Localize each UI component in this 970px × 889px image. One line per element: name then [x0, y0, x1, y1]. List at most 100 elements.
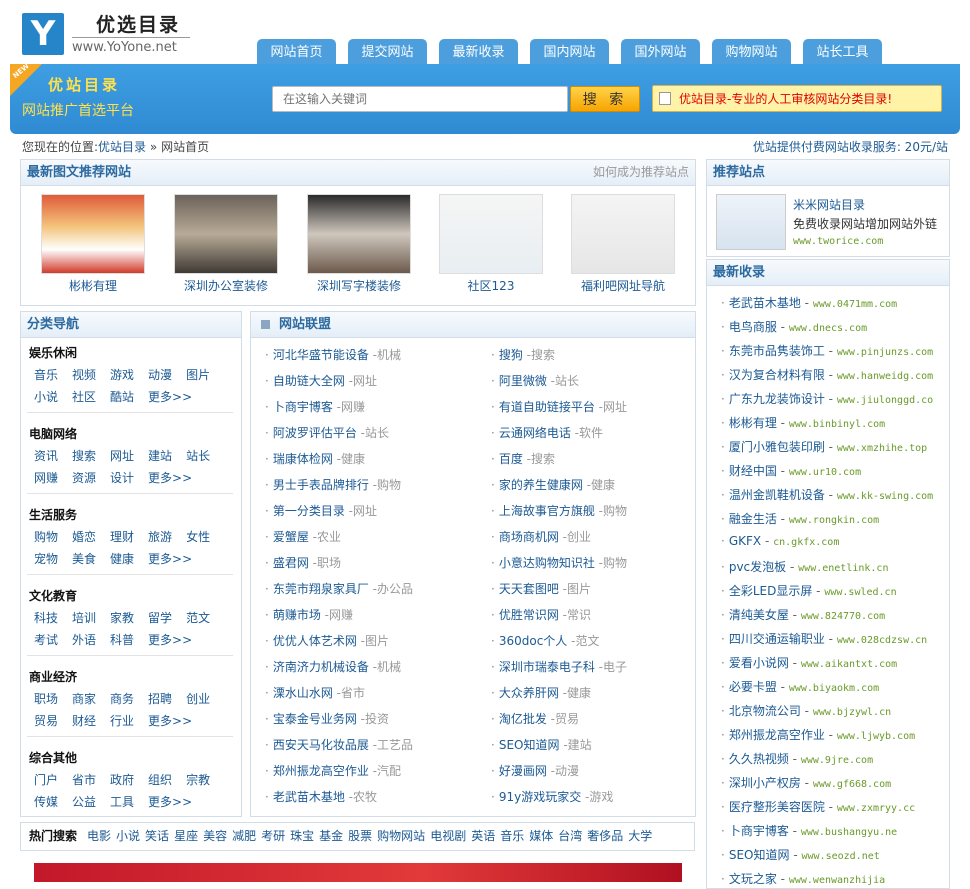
- hot-search-link[interactable]: 电视剧: [430, 829, 466, 843]
- latest-item[interactable]: · 四川交通运输职业 - www.028cdzsw.cn: [721, 630, 927, 647]
- category-link[interactable]: 工具: [110, 793, 134, 810]
- union-link-category[interactable]: -投资: [361, 712, 389, 726]
- latest-item[interactable]: · 彬彬有理 - www.binbinyl.com: [721, 414, 885, 431]
- nav-tab-domestic[interactable]: 国内网站: [530, 39, 609, 66]
- logo-title[interactable]: 优选目录: [96, 10, 180, 37]
- union-link-category[interactable]: -职场: [313, 556, 341, 570]
- union-link-name[interactable]: 小意达购物知识社: [499, 556, 595, 570]
- latest-item-name[interactable]: SEO知道网: [729, 848, 790, 862]
- latest-item-url[interactable]: www.swled.cn: [824, 587, 896, 598]
- union-link-category[interactable]: -网赚: [337, 400, 365, 414]
- latest-item-url[interactable]: www.9jre.com: [801, 755, 873, 766]
- latest-item-url[interactable]: www.zxmryy.cc: [837, 803, 915, 814]
- category-link[interactable]: 美食: [72, 550, 96, 567]
- union-link-item[interactable]: · 溧水山水网 -省市: [265, 684, 365, 701]
- category-link[interactable]: 资源: [72, 469, 96, 486]
- nav-tab-home[interactable]: 网站首页: [257, 39, 336, 66]
- union-link-category[interactable]: -站长: [361, 426, 389, 440]
- union-link-item[interactable]: · 有道自助链接平台 -网址: [491, 398, 627, 415]
- union-link-item[interactable]: · 河北华盛节能设备 -机械: [265, 346, 401, 363]
- latest-item-name[interactable]: 财经中国: [729, 464, 777, 478]
- latest-item[interactable]: · 广东九龙装饰设计 - www.jiulonggd.co: [721, 390, 933, 407]
- union-link-item[interactable]: · 东莞市翔泉家具厂 -办公品: [265, 580, 413, 597]
- category-more-link[interactable]: 更多>>: [148, 631, 192, 648]
- union-link-name[interactable]: 百度: [499, 452, 523, 466]
- union-link-item[interactable]: · 卜商宇博客 -网赚: [265, 398, 365, 415]
- union-link-category[interactable]: -搜索: [527, 348, 555, 362]
- latest-item[interactable]: · 厦门小雅包装印刷 - www.xmzhihe.top: [721, 438, 927, 455]
- category-link[interactable]: 职场: [34, 690, 58, 707]
- hot-search-link[interactable]: 购物网站: [377, 829, 425, 843]
- category-link[interactable]: 图片: [186, 366, 210, 383]
- latest-item-name[interactable]: 汉为复合材料有限: [729, 368, 825, 382]
- featured-thumb-5[interactable]: [571, 194, 675, 274]
- latest-item[interactable]: · 卜商宇博客 - www.bushangyu.ne: [721, 822, 897, 839]
- nav-tab-shopping[interactable]: 购物网站: [712, 39, 791, 66]
- category-link[interactable]: 范文: [186, 609, 210, 626]
- union-link-category[interactable]: -购物: [599, 556, 627, 570]
- latest-item[interactable]: · 文玩之家 - www.wenwanzhijia: [721, 870, 885, 887]
- category-link[interactable]: 贸易: [34, 712, 58, 729]
- union-link-name[interactable]: 深圳市瑞泰电子科: [499, 660, 595, 674]
- hot-search-link[interactable]: 英语: [471, 829, 495, 843]
- union-link-name[interactable]: 有道自助链接平台: [499, 400, 595, 414]
- union-link-category[interactable]: -图片: [361, 634, 389, 648]
- union-link-item[interactable]: · 阿波罗评估平台 -站长: [265, 424, 389, 441]
- latest-item-name[interactable]: 医疗整形美容医院: [729, 800, 825, 814]
- union-link-name[interactable]: 91y游戏玩家交: [499, 790, 581, 804]
- hot-search-link[interactable]: 大学: [628, 829, 652, 843]
- hot-search-link[interactable]: 奢侈品: [587, 829, 623, 843]
- union-link-item[interactable]: · 盛君网 -职场: [265, 554, 341, 571]
- union-link-category[interactable]: -网址: [599, 400, 627, 414]
- union-link-name[interactable]: 男士手表品牌排行: [273, 478, 369, 492]
- union-link-category[interactable]: -网址: [349, 504, 377, 518]
- category-more-link[interactable]: 更多>>: [148, 793, 192, 810]
- union-link-name[interactable]: 宝泰金号业务网: [273, 712, 357, 726]
- union-link-item[interactable]: · 家的养生健康网 -健康: [491, 476, 615, 493]
- category-link[interactable]: 网赚: [34, 469, 58, 486]
- union-link-item[interactable]: · 优胜常识网 -常识: [491, 606, 591, 623]
- hot-search-link[interactable]: 笑话: [145, 829, 169, 843]
- union-link-category[interactable]: -机械: [373, 348, 401, 362]
- latest-item-url[interactable]: www.aikantxt.com: [801, 659, 897, 670]
- union-link-category[interactable]: -健康: [563, 686, 591, 700]
- latest-item-url[interactable]: www.seozd.net: [801, 851, 879, 862]
- union-link-item[interactable]: · 小意达购物知识社 -购物: [491, 554, 627, 571]
- category-more-link[interactable]: 更多>>: [148, 388, 192, 405]
- union-link-category[interactable]: -网赚: [325, 608, 353, 622]
- latest-item-name[interactable]: 东莞市品隽装饰工: [729, 344, 825, 358]
- union-link-category[interactable]: -机械: [373, 660, 401, 674]
- union-link-name[interactable]: 好漫画网: [499, 764, 547, 778]
- union-link-item[interactable]: · 好漫画网 -动漫: [491, 762, 579, 779]
- search-button[interactable]: 搜 索: [570, 86, 640, 112]
- latest-item-url[interactable]: www.kk-swing.com: [837, 491, 933, 502]
- union-link-name[interactable]: 第一分类目录: [273, 504, 345, 518]
- union-link-name[interactable]: 优胜常识网: [499, 608, 559, 622]
- union-link-category[interactable]: -农业: [313, 530, 341, 544]
- category-link[interactable]: 建站: [148, 447, 172, 464]
- category-link[interactable]: 留学: [148, 609, 172, 626]
- category-link[interactable]: 资讯: [34, 447, 58, 464]
- latest-item-url[interactable]: www.ur10.com: [789, 467, 861, 478]
- category-link[interactable]: 音乐: [34, 366, 58, 383]
- featured-thumb-4[interactable]: [439, 194, 543, 274]
- union-link-item[interactable]: · 老武苗木基地 -农牧: [265, 788, 377, 805]
- latest-item-name[interactable]: 必要卡盟: [729, 680, 777, 694]
- latest-item-name[interactable]: 电鸟商服: [729, 320, 777, 334]
- union-link-name[interactable]: 家的养生健康网: [499, 478, 583, 492]
- union-link-name[interactable]: 爱蟹屋: [273, 530, 309, 544]
- category-link[interactable]: 商家: [72, 690, 96, 707]
- union-link-item[interactable]: · 91y游戏玩家交 -游戏: [491, 788, 613, 805]
- paid-service-link[interactable]: 优站提供付费网站收录服务: 20元/站: [753, 138, 948, 155]
- union-link-name[interactable]: 盛君网: [273, 556, 309, 570]
- featured-more-link[interactable]: 如何成为推荐站点: [593, 160, 689, 185]
- featured-caption-3[interactable]: 深圳写字楼装修: [294, 277, 424, 294]
- latest-item[interactable]: · 医疗整形美容医院 - www.zxmryy.cc: [721, 798, 915, 815]
- category-link[interactable]: 视频: [72, 366, 96, 383]
- latest-item[interactable]: · 深圳小产权房 - www.gf668.com: [721, 774, 891, 791]
- union-link-item[interactable]: · 优优人体艺术网 -图片: [265, 632, 389, 649]
- latest-item-url[interactable]: www.gf668.com: [813, 779, 891, 790]
- union-link-category[interactable]: -创业: [563, 530, 591, 544]
- category-link[interactable]: 商务: [110, 690, 134, 707]
- featured-caption-4[interactable]: 社区123: [426, 277, 556, 294]
